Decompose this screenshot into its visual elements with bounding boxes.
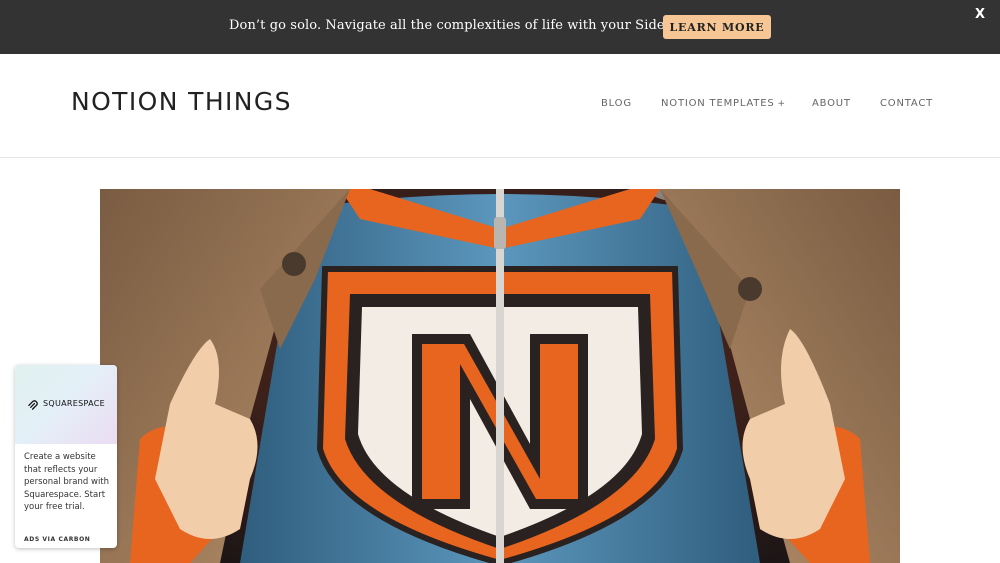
notion-superhero-emblem-icon xyxy=(100,189,900,563)
site-header: NOTION THINGS BLOG NOTION TEMPLATES + ABO… xyxy=(0,54,1000,158)
nav-item-blog[interactable]: BLOG xyxy=(601,98,632,109)
close-icon[interactable]: X xyxy=(972,7,988,25)
squarespace-logo-icon xyxy=(28,400,38,410)
nav-item-contact[interactable]: CONTACT xyxy=(880,98,933,109)
main-nav: BLOG NOTION TEMPLATES + ABOUT CONTACT xyxy=(0,98,1000,112)
carbon-ad[interactable]: SQUARESPACE Create a website that reflec… xyxy=(15,365,117,548)
announcement-text: Don’t go solo. Navigate all the complexi… xyxy=(229,18,693,33)
ad-copy[interactable]: Create a website that reflects your pers… xyxy=(24,451,114,514)
ad-brand: SQUARESPACE xyxy=(43,399,105,408)
hero-image xyxy=(100,189,900,563)
ad-image[interactable]: SQUARESPACE xyxy=(15,365,117,444)
announcement-bar: Don’t go solo. Navigate all the complexi… xyxy=(0,0,1000,54)
nav-item-notion-templates-label: NOTION TEMPLATES xyxy=(661,98,775,109)
nav-item-about[interactable]: ABOUT xyxy=(812,98,851,109)
plus-icon: + xyxy=(777,99,786,109)
ads-via-carbon-link[interactable]: ADS VIA CARBON xyxy=(24,536,90,543)
learn-more-button[interactable]: LEARN MORE xyxy=(663,15,771,39)
nav-item-notion-templates[interactable]: NOTION TEMPLATES + xyxy=(661,98,786,109)
